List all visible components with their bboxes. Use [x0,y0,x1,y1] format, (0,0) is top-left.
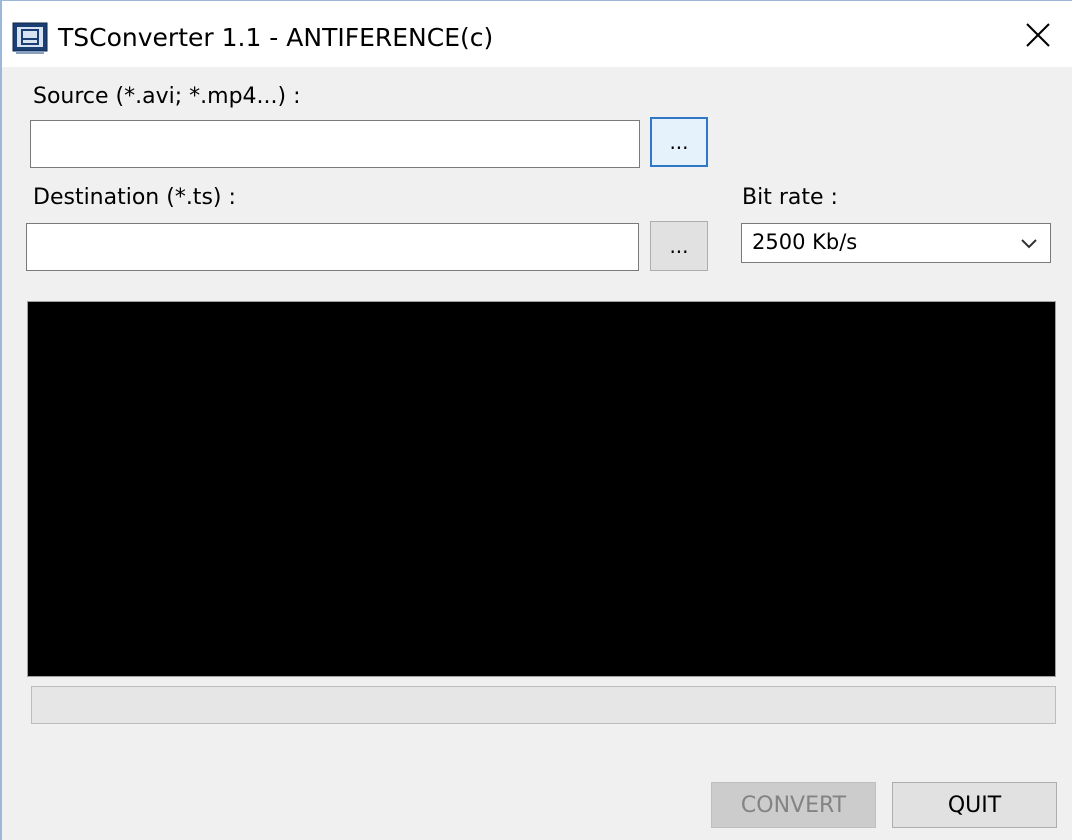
quit-button[interactable]: QUIT [892,782,1057,828]
destination-browse-label: ... [669,234,689,258]
bitrate-label: Bit rate : [742,185,838,210]
convert-button[interactable]: CONVERT [711,782,876,828]
source-browse-button[interactable]: ... [650,117,708,167]
source-label: Source (*.avi; *.mp4...) : [33,84,301,109]
bitrate-select[interactable]: 2500 Kb/s [741,223,1051,263]
tsconverter-window: TSConverter 1.1 - ANTIFERENCE(c) Source … [0,0,1072,840]
convert-label: CONVERT [740,792,847,818]
destination-label: Destination (*.ts) : [33,185,236,210]
quit-label: QUIT [947,792,1002,818]
title-bar: TSConverter 1.1 - ANTIFERENCE(c) [2,1,1072,67]
app-window-icon [12,22,48,54]
source-input[interactable] [30,120,640,168]
close-button[interactable] [1008,11,1068,63]
destination-input[interactable] [26,223,639,271]
progress-bar [31,686,1056,724]
chevron-down-icon [1020,236,1038,250]
window-title: TSConverter 1.1 - ANTIFERENCE(c) [58,23,494,52]
source-browse-label: ... [669,130,689,154]
close-icon [1025,22,1051,52]
destination-browse-button[interactable]: ... [650,221,708,271]
bitrate-selected-value: 2500 Kb/s [752,230,858,254]
output-console [27,301,1056,677]
